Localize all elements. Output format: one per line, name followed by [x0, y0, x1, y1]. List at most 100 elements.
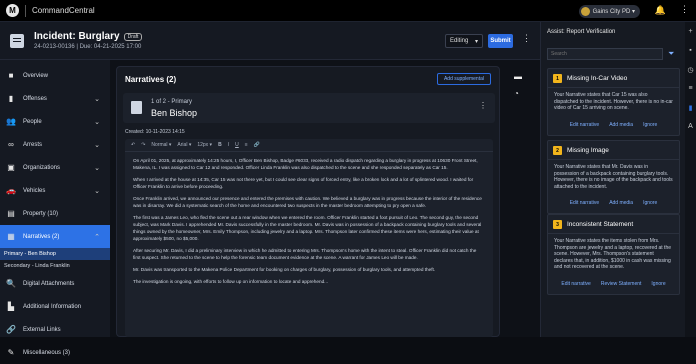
sidebar-item-additional-information[interactable]: ▙ Additional Information [0, 295, 110, 318]
sidebar-item-label: Miscellaneous (3) [23, 349, 71, 356]
narrative-paragraph: After securing Mr. Davis, I did a prelim… [133, 248, 477, 260]
incident-subtitle: 24-0213-00136 | Due: 04-21-2025 17:00 [34, 44, 142, 50]
more-vertical-icon[interactable]: ⋮ [522, 33, 531, 44]
editor-body[interactable]: On April 01, 2025, at approximately 14:2… [125, 152, 493, 295]
add-media-link[interactable]: Add media [609, 122, 633, 128]
chevron-down-icon: ⌄ [94, 141, 100, 149]
sidebar-item-label: External Links [23, 326, 61, 333]
size-select[interactable]: 12px ▾ [197, 142, 212, 148]
ignore-link[interactable]: Ignore [643, 122, 657, 128]
content-side-icons: ▬ ◔ [514, 72, 522, 106]
bell-icon[interactable]: 🔔 [655, 5, 666, 16]
italic-icon[interactable]: I [228, 142, 229, 148]
agency-badge-icon [580, 7, 590, 16]
narrative-author: Ben Bishop [151, 108, 198, 118]
verification-card: 1 Missing In-Car Video Your Narrative sta… [547, 68, 680, 136]
search-input[interactable] [547, 48, 663, 60]
sidebar-item-label: Overview [23, 72, 49, 79]
sidebar-item-digital-attachments[interactable]: 🔍 Digital Attachments [0, 272, 110, 295]
plus-icon[interactable]: + [685, 22, 696, 41]
link-icon[interactable]: 🔗 [254, 142, 260, 148]
editing-dropdown[interactable]: Editing ▾ [445, 34, 483, 48]
document-icon[interactable]: ▬ [514, 72, 522, 81]
sidebar-item-organizations[interactable]: ▣ Organizations ⌄ [0, 156, 110, 179]
sidebar-item-property[interactable]: ▤ Property (10) [0, 202, 110, 225]
text-icon[interactable]: A [685, 117, 696, 136]
people-icon: 👥 [6, 117, 16, 126]
assist-icon[interactable]: ▮ [685, 98, 696, 117]
sidebar-item-vehicles[interactable]: 🚗 Vehicles ⌄ [0, 179, 110, 202]
incident-title: Incident: Burglary [34, 31, 120, 42]
ignore-link[interactable]: Ignore [651, 281, 665, 287]
folder-icon: ■ [8, 71, 14, 80]
app-name: CommandCentral [32, 6, 95, 15]
info-icon: ▙ [7, 302, 15, 311]
sidebar-item-label: Offenses [23, 95, 47, 102]
attachment-icon: 🔍 [6, 279, 16, 288]
add-media-link[interactable]: Add media [609, 200, 633, 206]
card-actions: Edit narrative Add media Ignore [548, 194, 679, 213]
narrative-paragraph: Mr. Davis was transported to the Makena … [133, 267, 436, 272]
sidebar-subitem-primary[interactable]: Primary - Ben Bishop [0, 248, 110, 260]
sidebar-item-arrests[interactable]: ∞ Arrests ⌄ [0, 133, 110, 156]
vehicle-icon: 🚗 [6, 186, 16, 195]
offense-icon: ▮ [8, 94, 14, 103]
right-rail: + ▪ ◷ ≡ ▮ A [685, 22, 696, 337]
sidebar-item-label: Property (10) [23, 210, 59, 217]
sidebar-item-offenses[interactable]: ▮ Offenses ⌄ [0, 87, 110, 110]
history-icon[interactable]: ◷ [685, 60, 696, 79]
narrative-card-header[interactable]: 1 of 2 - Primary Ben Bishop ⋮ [123, 93, 495, 123]
top-bar: M CommandCentral Gains City PD ▾ 🔔 ⋮ [0, 0, 696, 22]
chevron-down-icon: ⌄ [94, 164, 100, 172]
sidebar-item-narratives[interactable]: ▦ Narratives (2) ⌃ [0, 225, 110, 248]
editing-label: Editing [450, 38, 469, 44]
narrative-editor[interactable]: ↶ ↷ Normal ▾ Arial ▾ 12px ▾ B I U ≡ 🔗 On… [125, 139, 493, 337]
submit-button[interactable]: Submit [488, 34, 513, 48]
sidebar-item-label: People [23, 118, 42, 125]
edit-narrative-link[interactable]: Edit narrative [570, 122, 599, 128]
sidebar-item-overview[interactable]: ■ Overview [0, 64, 110, 87]
sidebar-subitem-secondary[interactable]: Secondary - Linda Franklin [0, 260, 110, 272]
link-icon: 🔗 [6, 325, 16, 334]
list-icon[interactable]: ≡ [245, 142, 248, 148]
sidebar-item-external-links[interactable]: 🔗 External Links [0, 318, 110, 341]
assist-title: Assist: Report Verification [547, 29, 616, 35]
narrative-index: 1 of 2 - Primary [151, 99, 193, 105]
edit-narrative-link[interactable]: Edit narrative [561, 281, 590, 287]
underline-icon[interactable]: U [235, 142, 239, 148]
review-statement-link[interactable]: Review Statement [601, 281, 642, 287]
add-supplemental-button[interactable]: Add supplemental [436, 73, 491, 85]
edit-narrative-link[interactable]: Edit narrative [570, 200, 599, 206]
more-vertical-icon[interactable]: ⋮ [479, 101, 487, 110]
sidebar-item-label: Arrests [23, 141, 43, 148]
agency-name: Gains City PD [592, 8, 631, 15]
app-logo-icon[interactable]: M [6, 4, 19, 17]
bold-icon[interactable]: B [218, 142, 222, 148]
sidebar-item-label: Organizations [23, 164, 61, 171]
narrative-paragraph: On April 01, 2025, at approximately 14:2… [133, 158, 478, 170]
status-badge: Draft [123, 32, 143, 41]
card-title: Missing In-Car Video [567, 75, 628, 82]
ignore-link[interactable]: Ignore [643, 200, 657, 206]
more-vertical-icon[interactable]: ⋮ [680, 4, 689, 15]
font-select[interactable]: Arial ▾ [177, 142, 191, 148]
chevron-down-icon: ▾ [474, 38, 478, 45]
chevron-up-icon: ⌃ [94, 233, 100, 241]
undo-icon[interactable]: ↶ [131, 142, 135, 148]
redo-icon[interactable]: ↷ [141, 142, 145, 148]
verification-card: 2 Missing Image Your Narrative states tha… [547, 140, 680, 215]
sidebar-item-label: Additional Information [23, 303, 82, 310]
narratives-title: Narratives (2) [125, 75, 177, 84]
card-title: Inconsistent Statement [567, 221, 634, 228]
agency-selector[interactable]: Gains City PD ▾ [578, 5, 640, 18]
main-content: Narratives (2) Add supplemental 1 of 2 -… [110, 60, 540, 337]
filter-icon[interactable]: ⏷ [668, 49, 674, 59]
clock-icon[interactable]: ◔ [514, 89, 522, 98]
style-select[interactable]: Normal ▾ [151, 142, 171, 148]
grid-icon[interactable]: ▪ [685, 41, 696, 60]
narrative-paragraph: Once Franklin arrived, we announced our … [133, 196, 482, 208]
list-icon[interactable]: ≡ [685, 79, 696, 98]
sidebar-item-people[interactable]: 👥 People ⌄ [0, 110, 110, 133]
sidebar-item-miscellaneous[interactable]: ✎ Miscellaneous (3) [0, 341, 110, 364]
card-actions: Edit narrative Review Statement Ignore [548, 275, 679, 294]
